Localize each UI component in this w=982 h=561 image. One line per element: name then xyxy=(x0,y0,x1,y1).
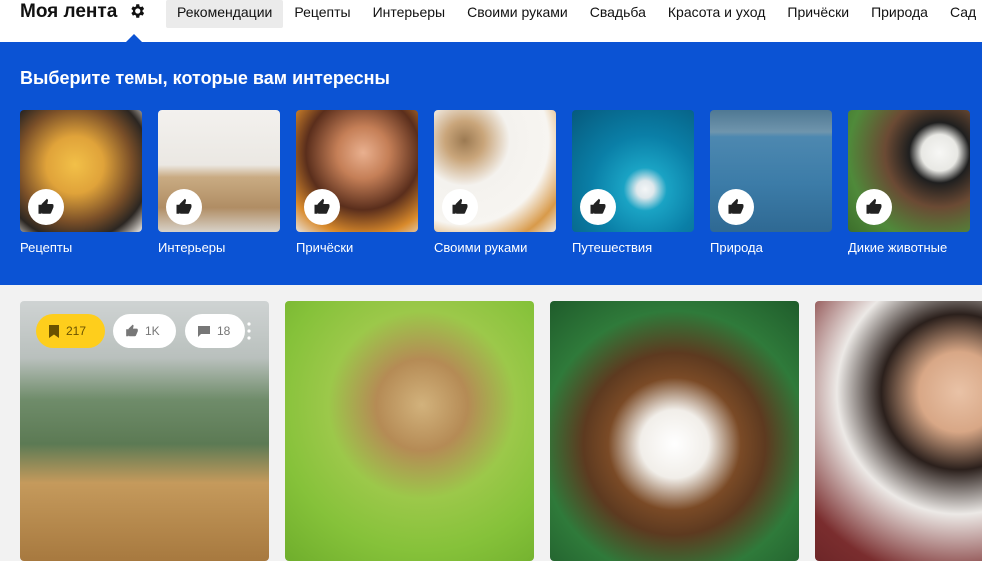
like-button[interactable] xyxy=(304,189,340,225)
likes-badge[interactable]: 1K xyxy=(113,314,176,348)
comments-count: 18 xyxy=(217,324,231,338)
topic-card-hairstyles[interactable]: Причёски xyxy=(296,110,418,255)
like-button[interactable] xyxy=(28,189,64,225)
thumbs-up-icon xyxy=(176,198,192,214)
nav-tab-garden[interactable]: Сад xyxy=(939,0,982,28)
thumbs-up-icon xyxy=(38,198,54,214)
gear-icon[interactable] xyxy=(128,2,146,20)
nav-tab-wedding[interactable]: Свадьба xyxy=(579,0,657,28)
more-options-icon[interactable] xyxy=(247,321,251,341)
nav-tab-recipes[interactable]: Рецепты xyxy=(283,0,361,28)
comment-icon xyxy=(198,325,210,337)
topic-label: Рецепты xyxy=(20,240,73,255)
like-button[interactable] xyxy=(442,189,478,225)
like-button[interactable] xyxy=(166,189,202,225)
topic-image xyxy=(572,110,694,232)
topic-label: Причёски xyxy=(296,240,354,255)
thumbs-up-icon xyxy=(314,198,330,214)
topic-card-recipes[interactable]: Рецепты xyxy=(20,110,142,255)
topic-label: Природа xyxy=(710,240,763,255)
topic-card-diy[interactable]: Своими руками xyxy=(434,110,556,255)
topic-card-travel[interactable]: Путешествия xyxy=(572,110,694,255)
nav-tab-beauty[interactable]: Красота и уход xyxy=(657,0,777,28)
nav-tab-interiors[interactable]: Интерьеры xyxy=(362,0,457,28)
topic-image xyxy=(848,110,970,232)
feed-card-woman[interactable] xyxy=(815,301,982,561)
topics-heading: Выберите темы, которые вам интересны xyxy=(20,68,390,88)
topic-label: Своими руками xyxy=(434,240,528,255)
topic-image xyxy=(20,110,142,232)
thumbs-up-icon xyxy=(126,324,138,337)
nav-tab-nature[interactable]: Природа xyxy=(860,0,939,28)
thumbs-up-icon xyxy=(590,198,606,214)
like-button[interactable] xyxy=(718,189,754,225)
likes-count: 1K xyxy=(145,324,160,338)
feed-card-lion[interactable]: 217 1K 18 xyxy=(20,301,269,561)
topic-image xyxy=(434,110,556,232)
bookmark-icon xyxy=(49,324,59,338)
comments-badge[interactable]: 18 xyxy=(185,314,245,348)
feed-card-puppy[interactable] xyxy=(550,301,799,561)
nav-tab-hairstyles[interactable]: Причёски xyxy=(776,0,860,28)
page-title: Моя лента xyxy=(20,1,118,22)
topic-image xyxy=(710,110,832,232)
topic-card-wild-animals[interactable]: Дикие животные xyxy=(848,110,970,255)
topic-label: Интерьеры xyxy=(158,240,226,255)
nav-tab-diy[interactable]: Своими руками xyxy=(456,0,579,28)
topics-panel: Выберите темы, которые вам интересны Рец… xyxy=(0,42,982,285)
thumbs-up-icon xyxy=(866,198,882,214)
topic-image xyxy=(296,110,418,232)
nav-tab-recommendations[interactable]: Рекомендации xyxy=(166,0,284,28)
topic-nav: Рекомендации Рецепты Интерьеры Своими ру… xyxy=(166,0,982,28)
topic-label: Путешествия xyxy=(572,240,653,255)
saves-badge[interactable]: 217 xyxy=(36,314,105,348)
like-button[interactable] xyxy=(580,189,616,225)
thumbs-up-icon xyxy=(452,198,468,214)
topic-image xyxy=(158,110,280,232)
saves-count: 217 xyxy=(66,324,87,338)
feed-card-deer[interactable] xyxy=(285,301,534,561)
like-button[interactable] xyxy=(856,189,892,225)
topic-card-nature[interactable]: Природа xyxy=(710,110,832,255)
dropdown-pointer xyxy=(126,34,142,42)
topic-label: Дикие животные xyxy=(848,240,948,255)
thumbs-up-icon xyxy=(728,198,744,214)
top-bar: Моя лента Рекомендации Рецепты Интерьеры… xyxy=(0,0,982,42)
topic-card-interiors[interactable]: Интерьеры xyxy=(158,110,280,255)
